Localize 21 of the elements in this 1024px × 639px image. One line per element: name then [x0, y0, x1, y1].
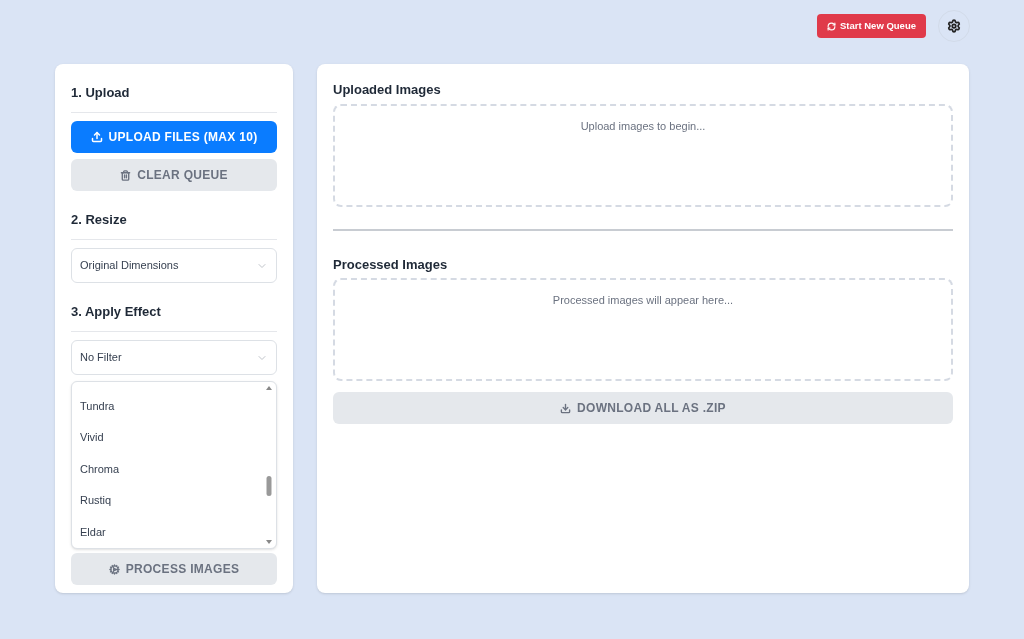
trash-icon [120, 169, 132, 181]
dropdown-option[interactable]: Chroma [72, 453, 264, 485]
section-title: Uploaded Images [333, 81, 442, 99]
dropdown-option[interactable]: Eldar [72, 516, 264, 548]
dropdown-option[interactable]: Vivid [72, 421, 264, 454]
settings-icon [947, 19, 961, 33]
section-title: 1. Upload [71, 85, 130, 100]
section-title: 2. Resize [71, 212, 127, 227]
dropdown-option[interactable]: Rustiq [72, 484, 264, 517]
refresh-icon [826, 21, 836, 31]
empty-message: Upload images to begin... [580, 118, 706, 134]
start-new-queue-button[interactable]: Start New Queue [816, 14, 926, 38]
upload-files-button[interactable]: UPLOAD FILES (MAX 10) [71, 121, 277, 153]
download-icon [560, 402, 572, 414]
section-title: Processed Images [333, 255, 449, 274]
effect-select[interactable]: No Filter [71, 340, 277, 375]
section-title: 3. Apply Effect [71, 304, 161, 319]
resize-select[interactable]: Original Dimensions [71, 248, 277, 283]
dropdown-option[interactable]: Tundra [72, 390, 264, 422]
upload-icon [90, 131, 103, 143]
empty-message: Processed images will appear here... [552, 293, 734, 308]
